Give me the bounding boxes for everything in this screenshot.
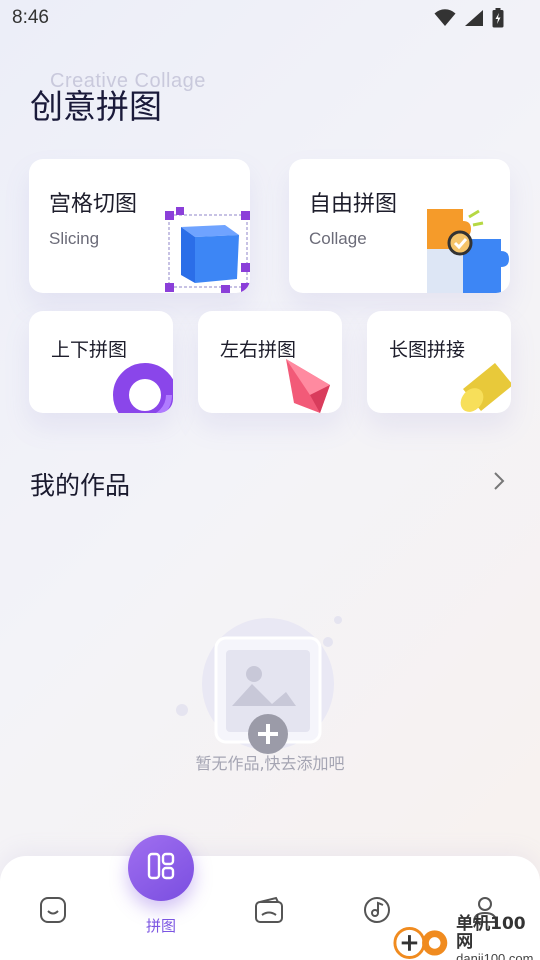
collage-tab-button[interactable]	[128, 835, 194, 901]
slicing-card-title: 宫格切图	[49, 192, 138, 217]
vertical-collage-card[interactable]: 上下拼图	[29, 311, 173, 413]
collage-card-title: 自由拼图	[309, 192, 398, 217]
cylinder-icon	[455, 359, 511, 413]
status-time: 8:46	[12, 7, 49, 28]
battery-icon	[492, 8, 504, 28]
slicing-card-subtitle: Slicing	[49, 229, 100, 248]
long-stitch-card[interactable]: 长图拼接	[367, 311, 511, 413]
logo-cn-text: 单机100网	[456, 914, 526, 952]
wallet-icon[interactable]	[245, 886, 293, 934]
slicing-card[interactable]: 宫格切图 Slicing	[29, 159, 250, 293]
collage-icon	[146, 851, 176, 885]
horizontal-collage-card[interactable]: 左右拼图	[198, 311, 342, 413]
long-stitch-card-title: 长图拼接	[389, 339, 466, 361]
home-icon[interactable]	[29, 886, 77, 934]
cube-icon	[161, 205, 250, 293]
puzzle-icon	[421, 205, 510, 293]
status-icons	[434, 8, 504, 28]
wifi-icon	[434, 9, 456, 27]
collage-card-subtitle: Collage	[309, 229, 367, 248]
empty-image-icon	[168, 612, 368, 762]
works-section-title: 我的作品	[30, 471, 131, 500]
gem-icon	[280, 355, 342, 413]
donut-icon	[109, 355, 173, 413]
chevron-right-icon[interactable]	[492, 470, 506, 496]
collage-tab-label: 拼图	[145, 917, 176, 935]
page-title: 创意拼图	[30, 87, 162, 126]
signal-icon	[464, 9, 484, 27]
empty-state-text: 暂无作品,快去添加吧	[195, 754, 345, 773]
logo-icon	[393, 926, 448, 959]
status-bar: 8:46	[0, 0, 540, 36]
logo-en-text: danji100.com	[456, 950, 534, 960]
watermark-logo: 单机100网 danji100.com	[392, 914, 540, 960]
collage-card[interactable]: 自由拼图 Collage	[289, 159, 510, 293]
